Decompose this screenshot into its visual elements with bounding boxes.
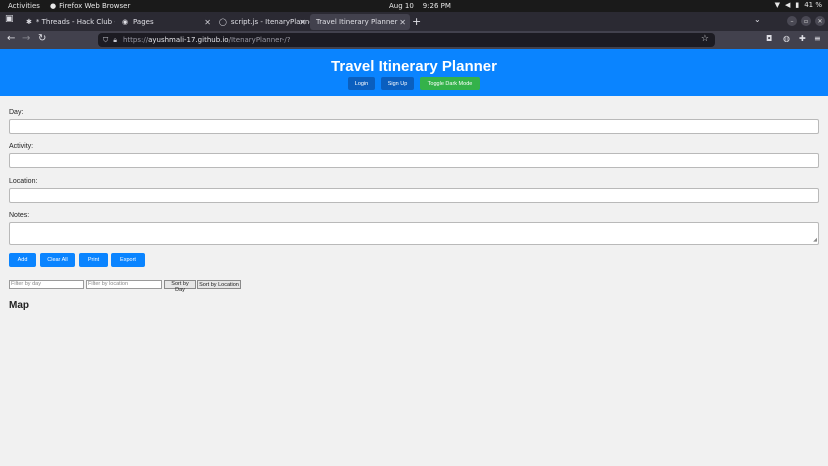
clear-all-button[interactable]: Clear All (40, 253, 75, 267)
notes-label: Notes: (9, 212, 30, 219)
system-top-bar: Activities ● Firefox Web Browser Aug 10 … (0, 0, 828, 12)
tab-label: Travel Itinerary Planner (316, 18, 398, 26)
app-name: Firefox Web Browser (59, 2, 131, 10)
wifi-icon: ▼ (774, 1, 780, 9)
page-title: Travel Itinerary Planner (331, 58, 497, 75)
tab-travel-planner[interactable]: Travel Itinerary Planner ✕ (310, 14, 410, 30)
tab-label: * Threads - Hack Club - Sl (35, 18, 115, 26)
sort-by-location-button[interactable]: Sort by Location (197, 280, 241, 289)
page-header: Travel Itinerary Planner Login Sign Up T… (0, 49, 828, 96)
extensions-icon[interactable]: ✚ (799, 34, 806, 43)
github-icon: ◉ (121, 18, 129, 26)
slack-icon: ✱ (26, 18, 32, 26)
tracking-protection-icon[interactable]: ⛉ (103, 36, 108, 45)
toggle-dark-mode-button[interactable]: Toggle Dark Mode (420, 77, 480, 90)
close-icon[interactable]: ✕ (399, 18, 406, 27)
back-arrow-icon[interactable]: ← (7, 33, 15, 44)
system-tray[interactable]: ▼ ◀ ▮ 41 % (775, 1, 822, 9)
tab-script[interactable]: ◯ script.js - ItenaryPlanner- ✕ (213, 14, 310, 30)
tab-label: script.js - ItenaryPlanner- (230, 18, 310, 26)
pocket-icon[interactable]: ◘ (766, 34, 772, 43)
account-icon[interactable]: ◍ (783, 34, 790, 43)
add-button[interactable]: Add (9, 253, 36, 267)
activity-input[interactable] (9, 153, 819, 168)
battery-percent: 41 % (804, 1, 822, 9)
tab-threads[interactable]: ✱ * Threads - Hack Club - Sl (20, 14, 115, 30)
menu-icon[interactable]: ≡ (814, 34, 821, 43)
new-tab-button[interactable]: + (412, 15, 421, 28)
activity-label: Activity: (9, 143, 34, 150)
web-page: Travel Itinerary Planner Login Sign Up T… (0, 49, 828, 466)
clock-date: Aug 10 (389, 2, 414, 10)
close-window-button[interactable]: ✕ (815, 16, 825, 26)
battery-icon: ▮ (795, 1, 800, 9)
firefox-icon: ● (50, 2, 57, 10)
print-button[interactable]: Print (79, 253, 108, 267)
url-text[interactable]: https://ayushmali-17.github.io/ItenaryPl… (123, 36, 291, 44)
tab-label: Pages (133, 18, 154, 26)
forward-arrow-icon[interactable]: → (22, 33, 30, 44)
activities-button[interactable]: Activities (8, 2, 40, 10)
location-input[interactable] (9, 188, 819, 203)
close-icon[interactable]: ✕ (299, 18, 306, 27)
day-label: Day: (9, 109, 24, 116)
clock[interactable]: Aug 10 9:26 PM (389, 2, 451, 10)
login-button[interactable]: Login (348, 77, 375, 90)
url-scheme: https:// (122, 36, 149, 44)
app-menu[interactable]: ● Firefox Web Browser (50, 2, 130, 10)
restore-button[interactable]: ▫ (801, 16, 811, 26)
signup-button[interactable]: Sign Up (381, 77, 414, 90)
bookmark-star-icon[interactable]: ☆ (701, 34, 709, 44)
url-path: /ItenaryPlanner-/? (228, 36, 291, 44)
navigation-bar: ← → ↻ ⛉ 🔒︎ https://ayushmali-17.github.i… (0, 31, 828, 49)
github-icon: ◯ (219, 18, 227, 26)
url-bar[interactable]: ⛉ 🔒︎ https://ayushmali-17.github.io/Iten… (98, 33, 715, 47)
close-icon[interactable]: ✕ (204, 18, 211, 27)
filter-location-input[interactable]: Filter by location (86, 280, 162, 289)
day-input[interactable] (9, 119, 819, 134)
url-host: ayushmali-17.github.io (148, 36, 229, 44)
tab-strip: ▣ ✱ * Threads - Hack Club - Sl ◉ Pages ✕… (0, 12, 828, 31)
minimize-button[interactable]: – (787, 16, 797, 26)
lock-icon[interactable]: 🔒︎ (113, 36, 117, 45)
resize-grip-icon[interactable]: ◢ (813, 237, 817, 243)
map-heading: Map (9, 300, 29, 311)
clock-time: 9:26 PM (422, 2, 451, 10)
reload-icon[interactable]: ↻ (38, 33, 46, 44)
export-button[interactable]: Export (111, 253, 145, 267)
sort-by-day-button[interactable]: Sort by Day (164, 280, 196, 293)
tab-pages[interactable]: ◉ Pages ✕ (115, 14, 215, 30)
notes-textarea[interactable]: ◢ (9, 222, 819, 245)
location-label: Location: (9, 178, 38, 185)
volume-icon: ◀ (784, 1, 791, 9)
filter-day-input[interactable]: Filter by day (9, 280, 84, 289)
firefox-view-icon[interactable]: ▣ (5, 14, 14, 24)
list-all-tabs-icon[interactable]: ⌄ (754, 15, 761, 24)
